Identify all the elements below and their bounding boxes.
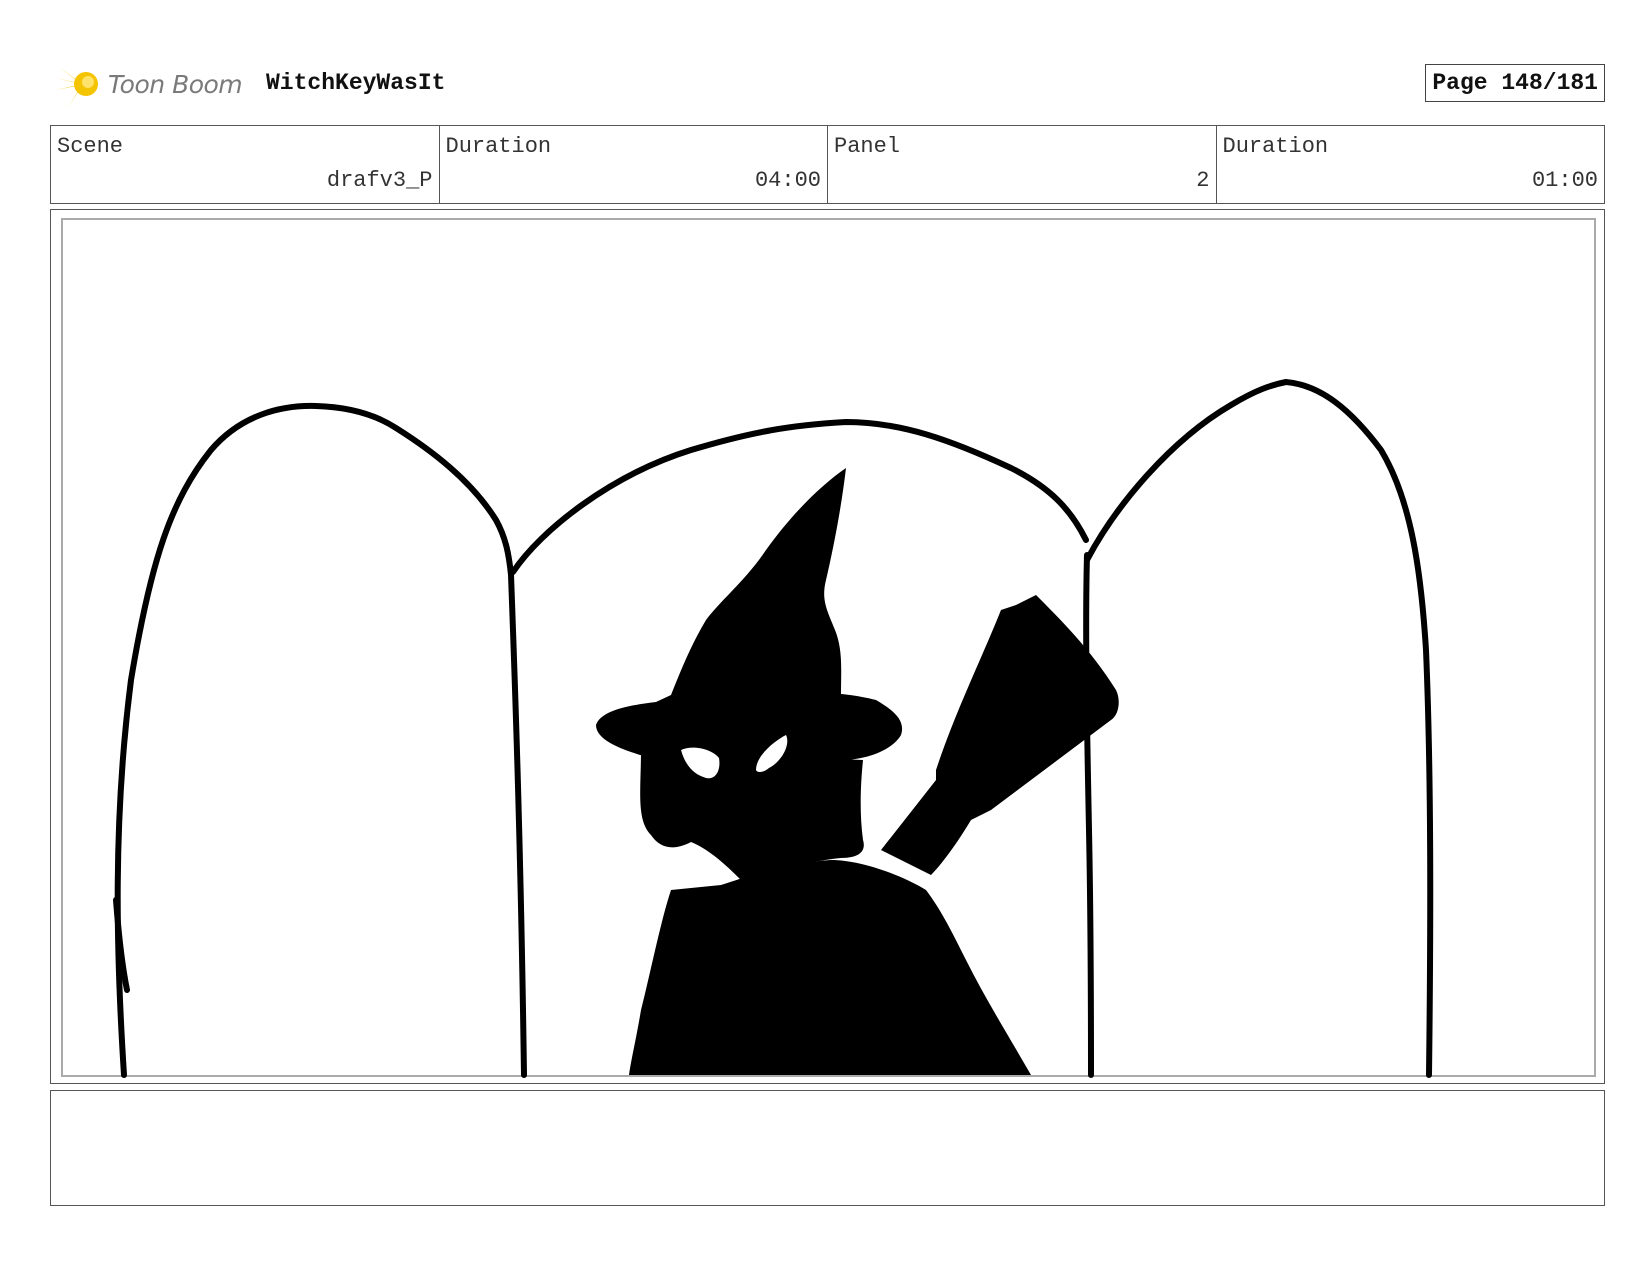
toon-boom-logo: Toon Boom [54, 58, 243, 110]
scene-duration-label: Duration [445, 134, 552, 159]
witch-hat-icon [596, 468, 903, 763]
scene-info-table: Scene drafv3_P Duration 04:00 Panel 2 Du… [50, 125, 1605, 204]
scene-duration-value: 04:00 [754, 168, 821, 193]
page-number: Page 148/181 [1425, 64, 1605, 102]
right-arch-inner-stroke [1083, 552, 1094, 1078]
panel-label: Panel [834, 134, 901, 159]
panel-duration-value: 01:00 [1531, 168, 1598, 193]
panel-cell: Panel 2 [828, 126, 1217, 203]
project-title: WitchKeyWasIt [266, 70, 446, 96]
left-arch-stroke [114, 402, 527, 1078]
storyboard-panel [50, 209, 1605, 1084]
starburst-icon [56, 66, 98, 108]
right-arch-stroke [1084, 379, 1434, 1078]
panel-drawing [113, 379, 1434, 1078]
scene-cell: Scene drafv3_P [51, 126, 440, 203]
witch-body [629, 860, 1031, 1075]
panel-value: 2 [1196, 168, 1210, 193]
scene-value: drafv3_P [326, 168, 433, 193]
storyboard-header: Toon Boom WitchKeyWasIt Page 148/181 [50, 58, 1605, 110]
broom-icon [881, 595, 1119, 875]
witch-silhouette [596, 468, 1119, 1075]
panel-notes-box [50, 1090, 1605, 1206]
scene-duration-cell: Duration 04:00 [440, 126, 828, 203]
logo-text: Toon Boom [108, 69, 243, 99]
scene-label: Scene [57, 134, 124, 159]
panel-duration-cell: Duration 01:00 [1217, 126, 1605, 203]
panel-duration-label: Duration [1222, 134, 1329, 159]
